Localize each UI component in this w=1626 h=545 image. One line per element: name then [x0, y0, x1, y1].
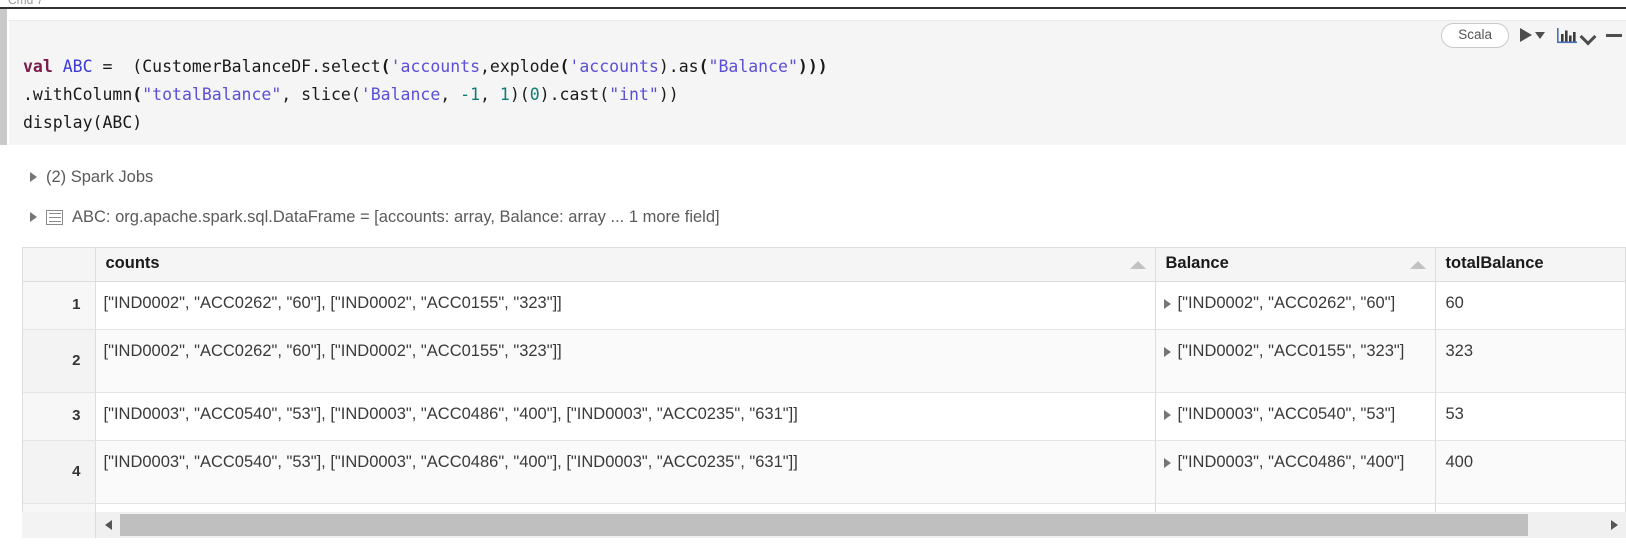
language-badge[interactable]: Scala	[1441, 22, 1509, 48]
dataframe-schema-label: ABC: org.apache.spark.sql.DataFrame = [a…	[72, 208, 720, 226]
row-number: 3	[23, 392, 96, 441]
code-line1-as: ).as	[658, 57, 699, 76]
row-number: 1	[23, 281, 96, 330]
column-header-totalbalance[interactable]: totalBalance	[1435, 248, 1625, 282]
code-symbol-accounts-2: 'accounts	[569, 57, 659, 76]
cell-balance-text: ["IND0003", "ACC0486", "400"]	[1177, 452, 1405, 471]
code-line2-mid: )(	[509, 85, 530, 104]
cell-totalbalance: 60	[1435, 281, 1625, 330]
code-line1-explode: ,explode	[480, 57, 560, 76]
balance-expand-icon[interactable]	[1163, 457, 1171, 468]
code-withcolumn: .withColumn	[23, 85, 133, 104]
balance-expand-icon[interactable]	[1163, 346, 1171, 357]
command-label: Cmd 7	[8, 0, 44, 7]
cell-counts: ["IND0002", "ACC0262", "60"], ["IND0002"…	[95, 281, 1156, 330]
table-row[interactable]: 4 ["IND0003", "ACC0540", "53"], ["IND000…	[23, 440, 1625, 504]
bar-chart-icon	[1557, 28, 1577, 44]
table-row[interactable]: 3 ["IND0003", "ACC0540", "53"], ["IND000…	[23, 392, 1625, 441]
cell-counts: ["IND0003", "ACC0540", "53"], ["IND0003"…	[95, 392, 1156, 441]
scrollbar-track[interactable]	[120, 512, 1602, 538]
scrollbar-thumb[interactable]	[120, 514, 1528, 536]
cell-toolbar: Scala	[1441, 22, 1622, 48]
minimize-icon[interactable]	[1606, 33, 1622, 37]
row-number-gutter-footer	[22, 512, 96, 538]
run-caret-down-icon	[1535, 31, 1545, 39]
notebook-cell: val ABC = (CustomerBalanceDF.select('acc…	[0, 9, 1626, 545]
sort-ascending-icon-balance[interactable]	[1409, 261, 1426, 269]
spark-jobs-disclosure-icon[interactable]	[30, 172, 37, 182]
code-line2-comma1: ,	[440, 85, 461, 104]
table-row[interactable]: 1 ["IND0002", "ACC0262", "60"], ["IND000…	[23, 281, 1625, 330]
cell-totalbalance: 323	[1435, 329, 1625, 393]
row-number: 2	[23, 329, 96, 393]
cell-balance-text: ["IND0003", "ACC0540", "53"]	[1177, 404, 1396, 423]
cell-balance[interactable]: ["IND0003", "ACC0540", "53"]	[1155, 392, 1436, 441]
code-line1-closers: )))	[797, 57, 828, 76]
code-string-balance: "Balance"	[708, 57, 798, 76]
cell-balance[interactable]: ["IND0003", "ACC0486", "400"]	[1155, 440, 1436, 504]
result-grid: counts Balance totalBalance 1 ["IND0002"…	[23, 248, 1625, 519]
code-line1-paren3: (	[698, 57, 709, 76]
code-line3-display: display(ABC)	[23, 113, 143, 132]
code-content[interactable]: val ABC = (CustomerBalanceDF.select('acc…	[23, 53, 828, 137]
scroll-right-arrow-icon[interactable]	[1602, 512, 1626, 538]
code-identifier-abc: ABC	[62, 57, 93, 76]
cell-counts: ["IND0003", "ACC0540", "53"], ["IND0003"…	[95, 440, 1156, 504]
column-header-balance-label: Balance	[1165, 254, 1229, 273]
code-symbol-accounts-1: 'accounts	[390, 57, 480, 76]
play-triangle-icon	[1520, 28, 1532, 42]
cell-balance-text: ["IND0002", "ACC0155", "323"]	[1177, 341, 1405, 360]
cell-counts: ["IND0002", "ACC0262", "60"], ["IND0002"…	[95, 329, 1156, 393]
code-string-int: "int"	[609, 85, 659, 104]
visualization-chevron-down-icon	[1581, 31, 1595, 40]
code-symbol-balance: 'Balance	[360, 85, 441, 104]
code-number-neg1: -1	[460, 85, 481, 104]
cell-balance[interactable]: ["IND0002", "ACC0155", "323"]	[1155, 329, 1436, 393]
code-line1-paren2: (	[559, 57, 570, 76]
code-line2-paren1: (	[132, 85, 143, 104]
code-line2-slice: , slice(	[281, 85, 361, 104]
code-line2-closers: ))	[658, 85, 679, 104]
dataframe-icon	[46, 209, 63, 225]
sort-ascending-icon-counts[interactable]	[1129, 261, 1146, 269]
cell-balance-text: ["IND0002", "ACC0262", "60"]	[1177, 293, 1396, 312]
code-string-totalbalance: "totalBalance"	[142, 85, 282, 104]
code-keyword-val: val	[23, 57, 53, 76]
code-line1-paren1: (	[380, 57, 391, 76]
code-number-1: 1	[499, 85, 510, 104]
visualization-button[interactable]	[1556, 26, 1595, 44]
cell-selection-bar	[0, 9, 7, 145]
command-label-strip: Cmd 7	[0, 0, 1626, 9]
spark-jobs-label: (2) Spark Jobs	[46, 168, 154, 186]
balance-expand-icon[interactable]	[1163, 298, 1171, 309]
row-number: 4	[23, 440, 96, 504]
table-header-row: counts Balance totalBalance	[23, 248, 1625, 282]
table-row[interactable]: 2 ["IND0002", "ACC0262", "60"], ["IND000…	[23, 329, 1625, 393]
scroll-left-arrow-icon[interactable]	[96, 512, 120, 538]
column-header-rownum	[23, 248, 96, 282]
column-header-counts[interactable]: counts	[95, 248, 1156, 282]
column-header-balance[interactable]: Balance	[1155, 248, 1436, 282]
code-number-0: 0	[529, 85, 540, 104]
notebook-cell-screenshot: Cmd 7 val ABC = (CustomerBalanceDF.selec…	[0, 0, 1626, 545]
table-body: 1 ["IND0002", "ACC0262", "60"], ["IND000…	[23, 281, 1625, 519]
code-line2-comma2: ,	[480, 85, 500, 104]
code-line2-cast: ).cast(	[539, 85, 610, 104]
horizontal-scrollbar[interactable]	[96, 512, 1626, 538]
cell-totalbalance: 53	[1435, 392, 1625, 441]
dataframe-disclosure-icon[interactable]	[30, 212, 37, 222]
result-table: counts Balance totalBalance 1 ["IND0002"…	[22, 247, 1626, 519]
code-editor[interactable]: val ABC = (CustomerBalanceDF.select('acc…	[9, 20, 1626, 145]
balance-expand-icon[interactable]	[1163, 409, 1171, 420]
cell-balance[interactable]: ["IND0002", "ACC0262", "60"]	[1155, 281, 1436, 330]
code-line1-eq: = (CustomerBalanceDF.select	[92, 57, 381, 76]
run-cell-button[interactable]	[1520, 28, 1545, 42]
column-header-counts-label: counts	[105, 254, 160, 273]
dataframe-schema-row[interactable]: ABC: org.apache.spark.sql.DataFrame = [a…	[30, 207, 720, 227]
spark-jobs-row[interactable]: (2) Spark Jobs	[30, 167, 153, 187]
cell-totalbalance: 400	[1435, 440, 1625, 504]
